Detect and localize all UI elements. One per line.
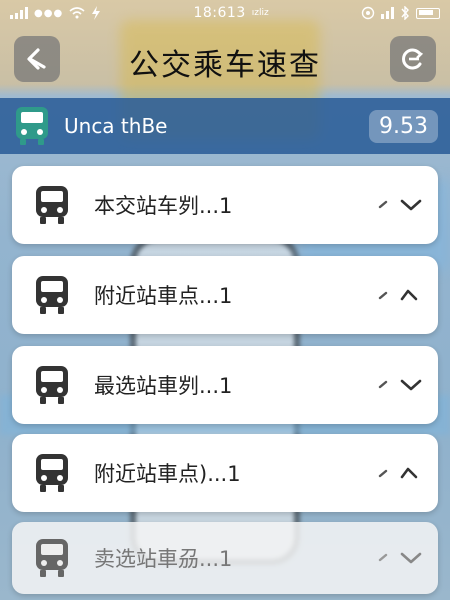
refresh-icon (402, 48, 424, 70)
list-item-label: 最选站車刿...1 (94, 374, 233, 398)
bus-icon (12, 104, 52, 148)
signal-icon (10, 7, 28, 19)
list-item-label: 附近站車点)...1 (94, 462, 241, 486)
refresh-button[interactable] (390, 36, 436, 82)
bus-icon (30, 271, 74, 319)
chevron-down-icon[interactable] (378, 548, 424, 568)
app-header: 公交乘车速查 (0, 26, 450, 96)
chevron-up-icon[interactable] (378, 463, 424, 483)
status-small-text: ızliz (251, 8, 269, 18)
route-value-badge: 9.53 (369, 109, 438, 143)
bus-icon (30, 181, 74, 229)
list-item[interactable]: 附近站車点...1 (12, 256, 438, 334)
battery-icon (416, 7, 440, 19)
chevron-up-icon[interactable] (378, 285, 424, 305)
bus-icon (30, 361, 74, 409)
route-name: Unca thBe (64, 114, 168, 138)
status-bar: ●●● 18:613 ızliz (0, 0, 450, 26)
list-item[interactable]: 最选站車刿...1 (12, 346, 438, 424)
chevron-down-icon[interactable] (378, 375, 424, 395)
wifi-icon (69, 7, 85, 19)
page-title: 公交乘车速查 (129, 48, 321, 83)
bus-icon (30, 449, 74, 497)
charging-icon (92, 6, 101, 20)
carrier-dots-icon: ●●● (34, 7, 64, 19)
list-item-label: 卖选站車刕...1 (94, 547, 233, 571)
list-item-label: 本交站车刿...1 (94, 194, 233, 218)
chevron-down-icon[interactable] (378, 195, 424, 215)
list-item[interactable]: 本交站车刿...1 (12, 166, 438, 244)
list-item[interactable]: 卖选站車刕...1 (12, 522, 438, 594)
bus-icon (30, 534, 74, 582)
status-time: 18:613 (193, 5, 246, 21)
cell-signal-icon (381, 7, 394, 19)
bluetooth-icon (401, 6, 409, 20)
route-bar[interactable]: Unca thBe 9.53 (0, 98, 450, 154)
list-item[interactable]: 附近站車点)...1 (12, 434, 438, 512)
list-item-label: 附近站車点...1 (94, 284, 233, 308)
lock-rotation-icon (361, 6, 375, 20)
